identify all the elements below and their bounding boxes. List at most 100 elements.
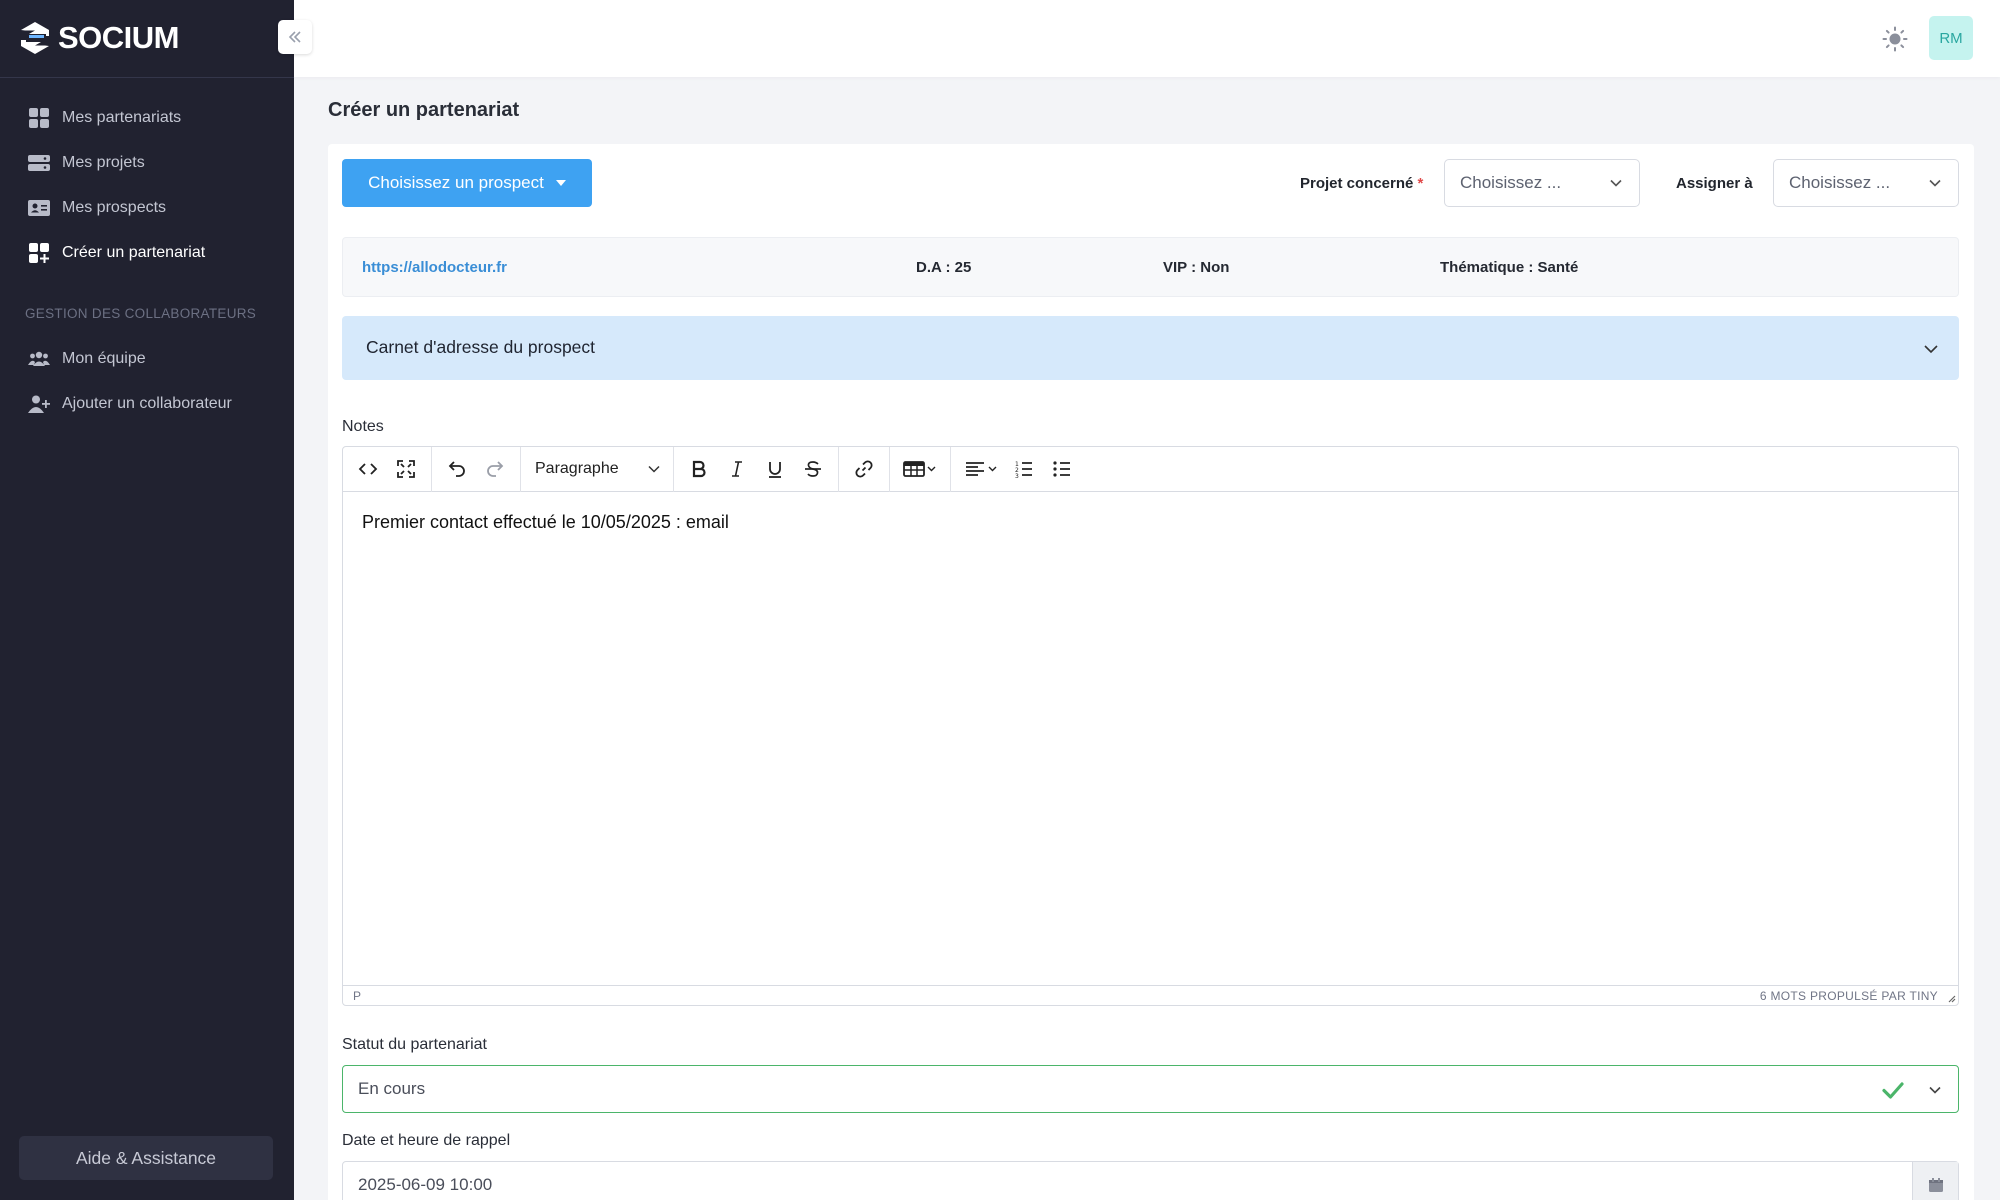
id-card-icon (28, 197, 50, 219)
user-plus-icon (28, 393, 50, 415)
required-mark: * (1417, 175, 1424, 192)
prospect-url-link[interactable]: https://allodocteur.fr (362, 259, 507, 276)
thematic: Thématique : Santé (1440, 259, 1579, 276)
block-format-select[interactable]: Paragraphe (527, 451, 667, 487)
calendar-button[interactable] (1912, 1162, 1958, 1200)
main-nav: Mes partenariats Mes projets Mes prospec… (0, 95, 294, 275)
sidebar-item-label: Créer un partenariat (62, 243, 206, 261)
brand-logo[interactable]: SOCIUM (18, 20, 180, 56)
theme-toggle-sun-icon[interactable] (1882, 26, 1908, 52)
sidebar-item-mes-prospects[interactable]: Mes prospects (0, 185, 294, 230)
team-nav: Mon équipe Ajouter un collaborateur (0, 336, 294, 426)
sidebar-item-label: Ajouter un collaborateur (62, 394, 232, 412)
underline-button[interactable] (756, 451, 794, 487)
editor-content[interactable]: Premier contact effectué le 10/05/2025 :… (362, 512, 729, 533)
top-bar (294, 0, 2000, 77)
chevron-down-icon (1610, 179, 1622, 187)
sidebar-collapse-button[interactable] (278, 20, 312, 54)
reminder-label: Date et heure de rappel (342, 1132, 511, 1149)
user-avatar[interactable]: RM (1929, 16, 1973, 60)
rich-text-editor: Paragraphe 1 2 3 Premier contact effectu… (342, 446, 1959, 1006)
choose-prospect-label: Choisissez un prospect (368, 173, 544, 192)
toolbar-group-format: Paragraphe (521, 446, 674, 492)
fullscreen-button[interactable] (387, 451, 425, 487)
italic-button[interactable] (718, 451, 756, 487)
chevron-down-icon (1924, 345, 1938, 354)
source-code-button[interactable] (349, 451, 387, 487)
svg-text:3: 3 (1015, 473, 1019, 479)
resize-handle-icon[interactable] (1946, 993, 1956, 1003)
bold-button[interactable] (680, 451, 718, 487)
sidebar-item-label: Mes projets (62, 153, 145, 171)
choose-prospect-button[interactable]: Choisissez un prospect (342, 159, 592, 207)
bullet-list-icon (1053, 461, 1070, 477)
project-label: Projet concerné * (1300, 175, 1423, 192)
undo-button[interactable] (438, 451, 476, 487)
reminder-datetime-input[interactable]: 2025-06-09 10:00 (342, 1161, 1959, 1200)
assign-select[interactable]: Choisissez ... (1773, 159, 1959, 207)
align-button[interactable] (957, 451, 1005, 487)
socium-logo-icon (21, 22, 49, 54)
page-title: Créer un partenariat (328, 99, 520, 121)
status-select-value: En cours (358, 1079, 426, 1098)
table-button[interactable] (896, 451, 944, 487)
sidebar-item-mes-projets[interactable]: Mes projets (0, 140, 294, 185)
sidebar-item-mon-equipe[interactable]: Mon équipe (0, 336, 294, 381)
toolbar-group-view (343, 446, 432, 492)
sidebar: SOCIUM Mes partenariats Mes projets Mes … (0, 0, 294, 1200)
chevron-down-icon (1929, 1086, 1941, 1094)
brand-name: SOCIUM (58, 20, 180, 55)
address-book-title: Carnet d'adresse du prospect (366, 337, 596, 357)
sidebar-item-label: Mes prospects (62, 198, 167, 216)
strikethrough-button[interactable] (794, 451, 832, 487)
underline-icon (769, 462, 781, 478)
link-icon (855, 460, 873, 478)
prospect-info-bar: https://allodocteur.fr D.A : 25 VIP : No… (342, 237, 1959, 297)
domain-authority: D.A : 25 (916, 259, 972, 276)
assign-label: Assigner à (1676, 175, 1753, 192)
server-icon (28, 152, 50, 174)
notes-label: Notes (342, 418, 384, 435)
undo-icon (448, 461, 465, 477)
reminder-datetime-value: 2025-06-09 10:00 (358, 1175, 493, 1194)
redo-icon (487, 461, 504, 477)
valid-check-icon (1882, 1082, 1904, 1099)
editor-toolbar: Paragraphe 1 2 3 (343, 446, 1958, 492)
address-book-accordion[interactable]: Carnet d'adresse du prospect (342, 316, 1959, 380)
vip-status: VIP : Non (1163, 259, 1230, 276)
help-button[interactable]: Aide & Assistance (19, 1136, 273, 1180)
toolbar-group-link (839, 446, 890, 492)
toolbar-group-paragraph: 123 (951, 447, 1087, 492)
project-label-text: Projet concerné (1300, 175, 1414, 192)
strikethrough-icon (805, 461, 821, 477)
sidebar-item-label: Mon équipe (62, 349, 146, 367)
link-button[interactable] (845, 451, 883, 487)
calendar-icon (1928, 1178, 1943, 1192)
double-chevron-left-icon (288, 31, 301, 43)
chevron-down-icon (1929, 179, 1941, 187)
status-label: Statut du partenariat (342, 1036, 487, 1053)
toolbar-group-text-style (674, 446, 839, 492)
sidebar-item-creer-partenariat[interactable]: Créer un partenariat (0, 230, 294, 275)
toolbar-group-history (432, 446, 521, 492)
section-title-collaborateurs: GESTION DES COLLABORATEURS (25, 306, 257, 321)
sidebar-item-label: Mes partenariats (62, 108, 182, 126)
block-format-value: Paragraphe (535, 460, 619, 477)
bold-icon (692, 460, 706, 478)
word-count: 6 MOTS PROPULSÉ PAR TINY (1759, 989, 1938, 1003)
align-left-icon (966, 462, 997, 476)
fullscreen-icon (397, 460, 415, 478)
chevron-down-icon (648, 465, 660, 473)
grid-icon (28, 107, 50, 129)
assign-select-value: Choisissez ... (1789, 173, 1891, 192)
numbered-list-button[interactable]: 123 (1005, 451, 1043, 487)
bullet-list-button[interactable] (1043, 451, 1081, 487)
sidebar-item-ajouter-collaborateur[interactable]: Ajouter un collaborateur (0, 381, 294, 426)
redo-button[interactable] (476, 451, 514, 487)
status-select[interactable]: En cours (342, 1065, 1959, 1113)
code-icon (358, 463, 378, 475)
sidebar-item-mes-partenariats[interactable]: Mes partenariats (0, 95, 294, 140)
project-select[interactable]: Choisissez ... (1444, 159, 1640, 207)
element-path[interactable]: P (353, 989, 361, 1003)
users-icon (28, 348, 50, 370)
